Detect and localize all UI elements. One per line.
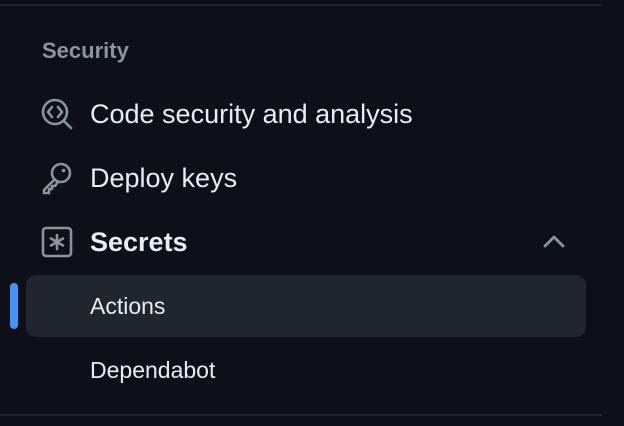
sidebar-item-label: Secrets (90, 227, 188, 257)
active-indicator (10, 283, 18, 329)
sidebar-item-deploy-keys[interactable]: Deploy keys (26, 148, 586, 208)
sidebar-item-label: Deploy keys (90, 163, 238, 193)
codescan-icon (40, 97, 74, 131)
settings-sidebar: Security Code security and analysis Depl… (0, 0, 624, 426)
key-icon (40, 161, 74, 195)
sidebar-subitem-label: Actions (90, 293, 166, 319)
chevron-up-icon[interactable] (540, 228, 568, 256)
divider (0, 4, 602, 6)
divider (0, 414, 602, 416)
sidebar-item-label: Code security and analysis (90, 99, 413, 129)
sidebar-item-secrets[interactable]: Secrets (26, 212, 586, 272)
sidebar-subitem-actions[interactable]: Actions (26, 275, 586, 337)
sidebar-item-code-security[interactable]: Code security and analysis (26, 84, 586, 144)
sidebar-subitem-label: Dependabot (90, 357, 216, 383)
asterisk-box-icon (40, 225, 74, 259)
section-heading-security: Security (42, 38, 129, 63)
sidebar-subitem-dependabot[interactable]: Dependabot (26, 339, 586, 401)
